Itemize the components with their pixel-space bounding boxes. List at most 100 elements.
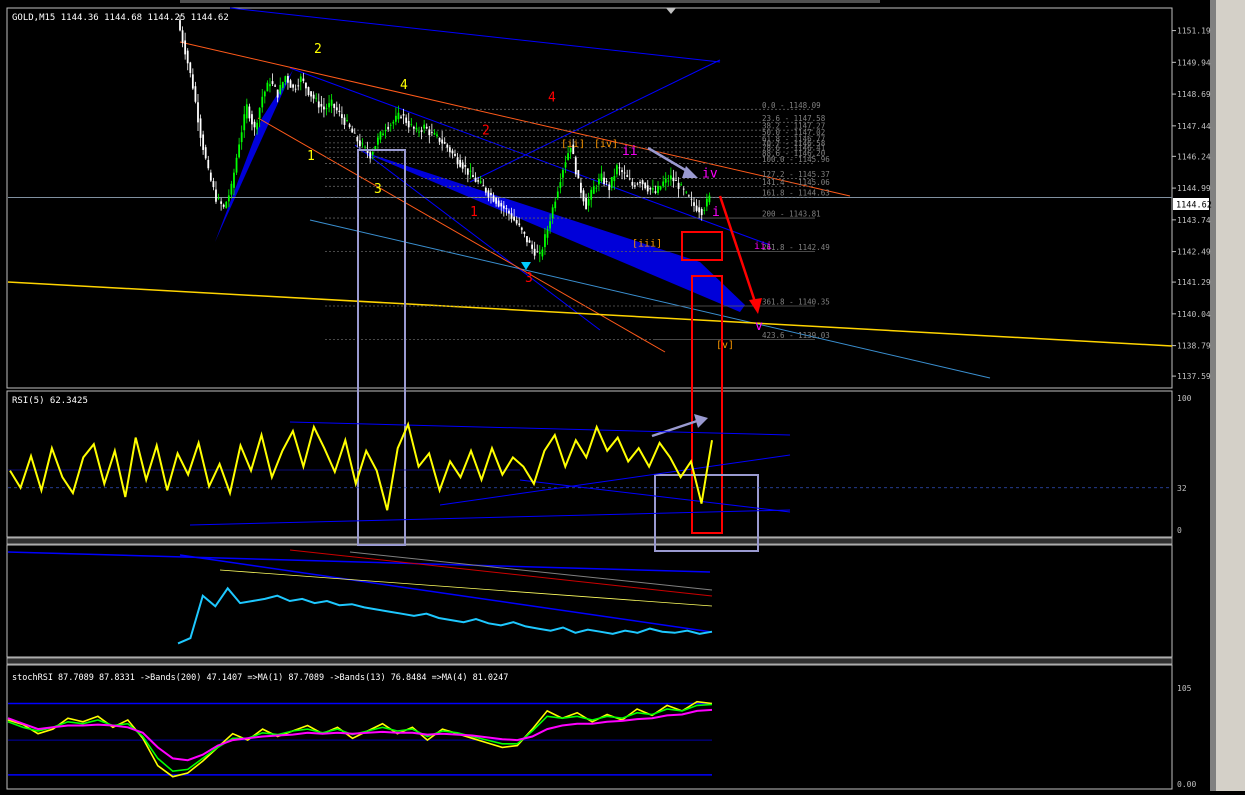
candle-body (202, 134, 205, 150)
candle-body (225, 201, 228, 209)
candle-body (312, 94, 315, 99)
candle-body (276, 89, 279, 98)
candle-body (482, 185, 485, 187)
candle-body (346, 119, 348, 121)
stoch-rsi-panel (7, 700, 713, 778)
candle-body (526, 236, 528, 243)
candle-body (387, 126, 390, 130)
candle-body (305, 82, 307, 89)
scroll-marker-icon[interactable] (666, 8, 676, 14)
candle-body (451, 150, 454, 154)
candle-body (351, 128, 354, 133)
candle-body (559, 182, 562, 188)
candle-body (356, 137, 359, 142)
candle-body (672, 177, 675, 182)
macd-channel-top (7, 551, 711, 573)
right-side-panel-shadow (1210, 0, 1216, 791)
candle-body (310, 91, 312, 97)
rsi-line (9, 421, 713, 511)
price-chart-title: GOLD,M15 1144.36 1144.68 1144.25 1144.62 (12, 13, 229, 23)
price-tick-label: 1144.99 (1177, 184, 1211, 193)
fib-label: 361.8 - 1140.35 (762, 297, 830, 306)
candle-body (469, 170, 472, 172)
candle-body (531, 244, 533, 249)
wave-label: [iv] (594, 139, 618, 150)
marker-arrow-icon (521, 262, 531, 270)
price-tick-label: 1141.29 (1177, 278, 1211, 287)
fib-label: 261.8 - 1142.49 (762, 243, 830, 252)
candle-body (592, 186, 595, 194)
candle-body (289, 80, 292, 88)
candle-body (320, 104, 323, 107)
candle-body (245, 104, 248, 119)
blue-triangle-left (215, 70, 293, 242)
candle-body (649, 187, 652, 190)
rsi-tick-label: 32 (1177, 484, 1187, 493)
candle-body (700, 209, 703, 216)
candle-body (215, 189, 217, 202)
separator-1[interactable] (6, 537, 1173, 545)
candle-body (212, 181, 215, 188)
stoch-title: stochRSI 87.7089 87.8331 ->Bands(200) 47… (12, 673, 508, 683)
trendline-blue-top (229, 7, 721, 63)
candle-body (233, 172, 235, 188)
candle-body (240, 132, 243, 143)
candle-body (472, 175, 474, 178)
candle-body (608, 184, 611, 191)
candle-body (341, 114, 343, 119)
candle-body (682, 188, 685, 190)
candle-body (562, 169, 564, 178)
candle-body (400, 116, 402, 118)
candle-body (281, 82, 284, 88)
candle-body (687, 195, 690, 197)
candle-body (271, 81, 274, 84)
candle-body (292, 84, 294, 88)
candle-body (371, 151, 374, 155)
stoch-line-yellow (7, 700, 713, 778)
candle-body (199, 118, 202, 138)
candle-body (595, 187, 598, 189)
candle-body (657, 185, 659, 193)
candle-body (603, 177, 605, 184)
wave-label: 2 (314, 42, 322, 57)
candle-body (207, 159, 210, 169)
candle-body (492, 195, 495, 202)
candle-body (513, 216, 516, 221)
candle-body (549, 221, 551, 229)
candle-body (520, 227, 523, 230)
candle-body (459, 159, 462, 167)
separator-2[interactable] (6, 657, 1173, 665)
candle-body (348, 124, 351, 127)
candle-body (284, 76, 287, 82)
candle-body (518, 223, 521, 226)
candle-body (235, 157, 238, 173)
wave-label: 4 (548, 90, 556, 105)
candle-body (564, 162, 567, 168)
candle-body (230, 183, 233, 195)
candle-body (484, 187, 487, 193)
candle-body (361, 143, 364, 145)
wave-labels: 21344213[ii] [iv][iii]iiiiviiiv[v] (307, 42, 772, 351)
candle-body (222, 204, 225, 207)
candle-body (662, 181, 665, 187)
candle-body (708, 195, 711, 203)
candle-body (261, 96, 264, 108)
fib-label: 423.6 - 1139.03 (762, 331, 830, 340)
candle-body (204, 147, 207, 159)
candle-body (394, 115, 397, 122)
candle-body (654, 191, 657, 193)
wave-label: i (712, 205, 720, 220)
candle-body (500, 203, 503, 207)
candle-body (523, 231, 526, 234)
candle-body (423, 124, 426, 129)
candle-body (598, 178, 600, 185)
wave-label: 1 (470, 205, 478, 220)
candle-body (479, 181, 482, 183)
candle-body (343, 117, 346, 125)
candle-body (438, 137, 441, 142)
wave-label: 2 (482, 123, 490, 138)
price-tick-label: 1138.79 (1177, 342, 1211, 351)
candle-body (294, 88, 297, 90)
candle-body (497, 200, 500, 207)
wave-label: [v] (716, 340, 734, 351)
